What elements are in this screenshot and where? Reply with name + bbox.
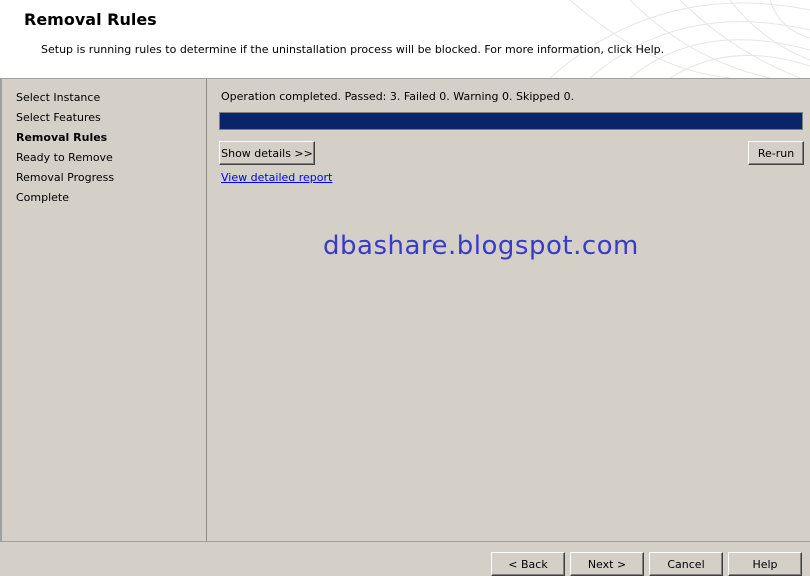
help-button[interactable]: Help (728, 552, 802, 576)
progress-bar-fill (220, 113, 802, 129)
nav-item-select-features: Select Features (16, 111, 101, 124)
view-detailed-report-link[interactable]: View detailed report (221, 171, 332, 184)
nav-item-removal-progress: Removal Progress (16, 171, 115, 184)
nav-item-select-instance: Select Instance (16, 91, 101, 104)
header-banner: Removal Rules Setup is running rules to … (0, 0, 810, 79)
nav-item-ready-to-remove: Ready to Remove (16, 151, 113, 164)
main-content: Operation completed. Passed: 3. Failed 0… (207, 79, 810, 541)
operation-status-text: Operation completed. Passed: 3. Failed 0… (221, 90, 575, 103)
decorative-globe-graphic (549, 0, 810, 78)
wizard-footer: < Back Next > Cancel Help (0, 541, 810, 576)
watermark-text: dbashare.blogspot.com (323, 231, 639, 261)
cancel-button[interactable]: Cancel (649, 552, 723, 576)
nav-item-removal-rules: Removal Rules (16, 131, 108, 144)
page-subtitle: Setup is running rules to determine if t… (41, 43, 665, 56)
wizard-steps-nav: Select Instance Select Features Removal … (2, 79, 207, 541)
page-title: Removal Rules (24, 10, 157, 29)
nav-item-complete: Complete (16, 191, 70, 204)
next-button[interactable]: Next > (570, 552, 644, 576)
rerun-button[interactable]: Re-run (748, 141, 804, 165)
wizard-body: Select Instance Select Features Removal … (0, 79, 810, 541)
back-button[interactable]: < Back (491, 552, 565, 576)
show-details-button[interactable]: Show details >> (219, 141, 315, 165)
progress-bar (219, 112, 803, 130)
